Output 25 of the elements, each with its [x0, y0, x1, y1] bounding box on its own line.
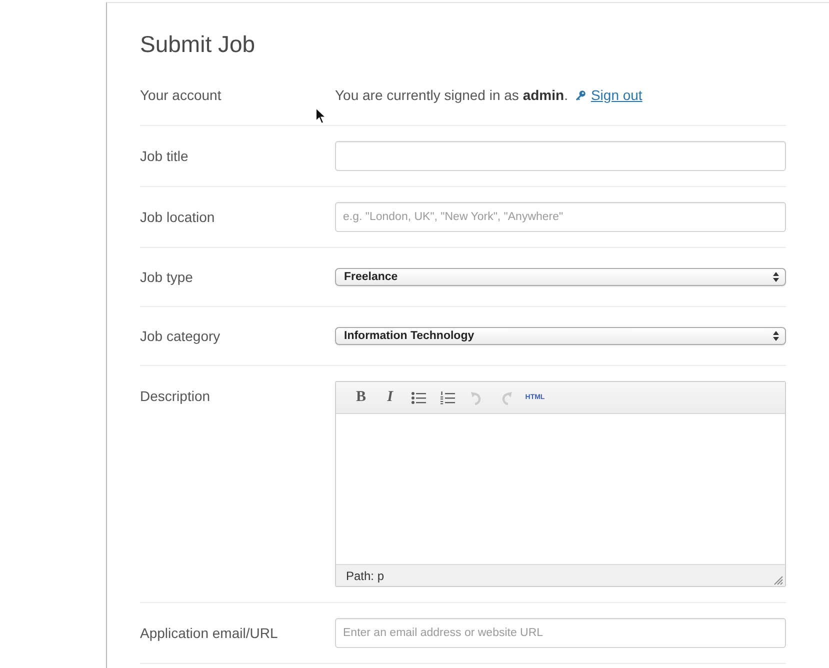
signed-in-text: You are currently signed in as admin. — [335, 86, 568, 105]
dropdown-select[interactable]: Information Technology — [335, 327, 786, 345]
bulleted-list-icon — [411, 390, 427, 404]
field-label: Application email/URL — [140, 624, 279, 643]
field-label: Job type — [140, 268, 194, 287]
editor-path-text: Path: p — [346, 568, 384, 584]
text-input-field[interactable]: e.g. "London, UK", "New York", "Anywhere" — [335, 202, 786, 232]
field-label: Job title — [140, 147, 190, 166]
dropdown-select[interactable]: Freelance — [335, 268, 786, 286]
field-label: Description — [140, 387, 212, 406]
numbered-list-icon — [440, 390, 456, 404]
field-label: Job location — [140, 208, 216, 227]
page-title: Submit Job — [140, 30, 256, 58]
resize-grip-icon — [773, 575, 783, 585]
text-input-field[interactable] — [335, 141, 786, 171]
mouse-pointer-icon — [315, 107, 327, 125]
field-label: Job category — [140, 327, 222, 346]
italic-button[interactable]: I — [379, 386, 401, 408]
field-label: Your account — [140, 86, 222, 105]
up-down-arrows-icon — [773, 331, 779, 341]
key-icon — [574, 90, 586, 100]
bold-button[interactable]: B — [350, 386, 372, 408]
sign-out-link[interactable]: Sign out — [590, 84, 642, 106]
up-down-arrows-icon — [773, 272, 779, 282]
application-input-field[interactable]: Enter an email address or website URL — [335, 618, 786, 648]
